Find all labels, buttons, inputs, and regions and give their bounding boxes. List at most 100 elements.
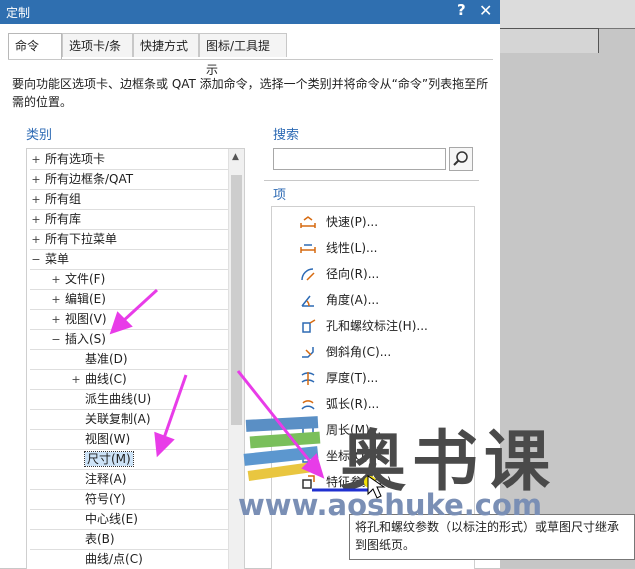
tree-row[interactable]: 符号(Y) <box>71 490 126 509</box>
item-label: 角度(A)... <box>326 293 380 307</box>
tree-row[interactable]: 视图(W) <box>71 430 130 449</box>
tree-row-label: 所有边框条/QAT <box>45 172 134 186</box>
tree-row[interactable]: + 曲线(C) <box>71 370 127 389</box>
background-window <box>500 0 635 568</box>
tree-row-label: 曲线/点(C) <box>85 552 143 566</box>
tree-row-label: 菜单 <box>45 252 70 266</box>
tab-shortcuts[interactable]: 快捷方式 <box>133 33 199 57</box>
tree-row-label: 所有下拉菜单 <box>45 232 118 246</box>
tree-row-separator <box>30 469 228 470</box>
tree-row[interactable]: − 菜单 <box>31 250 69 269</box>
tree-row[interactable]: 派生曲线(U) <box>71 390 151 409</box>
tree-row-label: 注释(A) <box>85 472 127 486</box>
expand-icon[interactable]: + <box>31 150 41 169</box>
collapse-icon[interactable]: − <box>51 330 61 349</box>
scroll-up-icon[interactable]: ▲ <box>232 152 239 162</box>
help-button[interactable]: ? <box>457 1 466 19</box>
item-label: 线性(L)... <box>326 241 378 255</box>
categories-heading: 类别 <box>26 128 53 143</box>
search-heading: 搜索 <box>273 128 300 143</box>
tree-row-label: 所有库 <box>45 212 82 226</box>
chamfer-dimension-icon <box>302 347 314 358</box>
expand-icon[interactable]: + <box>31 230 41 249</box>
tree-row[interactable]: 注释(A) <box>71 470 127 489</box>
tree-row-label: 派生曲线(U) <box>85 392 152 406</box>
item-label: 径向(R)... <box>326 267 380 281</box>
tree-row-label: 文件(F) <box>65 272 106 286</box>
expand-icon[interactable]: + <box>31 170 41 189</box>
command-tooltip: 将孔和螺纹参数（以标注的形式）或草图尺寸继承到图纸页。 <box>349 514 635 560</box>
tree-row-label: 表(B) <box>85 532 115 546</box>
close-button[interactable]: ✕ <box>479 1 492 20</box>
tree-row-label: 视图(W) <box>85 432 131 446</box>
item-label: 孔和螺纹标注(H)... <box>326 319 428 333</box>
tree-row[interactable]: + 所有选项卡 <box>31 150 105 169</box>
search-input[interactable] <box>273 148 446 170</box>
tree-row-label: 中心线(E) <box>85 512 138 526</box>
tree-row[interactable]: + 编辑(E) <box>51 290 106 309</box>
title-bar: 定制 ? ✕ <box>0 0 500 24</box>
tree-row-label: 曲线(C) <box>85 372 127 386</box>
tab-divider <box>8 59 493 60</box>
tree-row-separator <box>30 529 228 530</box>
tree-row-label: 视图(V) <box>65 312 107 326</box>
tree-row[interactable]: 基准(D) <box>71 350 128 369</box>
linear-dimension-icon <box>300 244 316 253</box>
item-label: 特征参数(A)... <box>326 475 404 489</box>
instructions-text: 要向功能区选项卡、边框条或 QAT 添加命令，选择一个类别并将命令从“命令”列表… <box>12 77 489 109</box>
tree-row-label: 符号(Y) <box>85 492 126 506</box>
expand-icon[interactable]: + <box>31 210 41 229</box>
expand-icon[interactable]: + <box>51 310 61 329</box>
collapse-icon[interactable]: − <box>31 250 41 269</box>
item-label: 厚度(T)... <box>326 371 379 385</box>
item-label: 快速(P)... <box>326 215 379 229</box>
item-label: 弧长(R)... <box>326 397 380 411</box>
tree-row[interactable]: 尺寸(M) <box>71 450 134 469</box>
tree-row[interactable]: 关联复制(A) <box>71 410 151 429</box>
dialog-title: 定制 <box>6 6 31 20</box>
tree-row-label: 关联复制(A) <box>85 412 151 426</box>
tree-row-label: 尺寸(M) <box>84 451 134 467</box>
tree-row[interactable]: + 所有边框条/QAT <box>31 170 133 189</box>
tree-row[interactable]: 表(B) <box>71 530 115 549</box>
section-divider <box>264 180 479 181</box>
rapid-dimension-icon <box>300 216 316 228</box>
tree-row[interactable]: − 插入(S) <box>51 330 106 349</box>
expand-icon[interactable]: + <box>51 290 61 309</box>
ordinate-dimension-icon <box>302 450 315 463</box>
tree-row[interactable]: + 所有组 <box>31 190 81 209</box>
tab-icons-tooltips[interactable]: 图标/工具提示 <box>199 33 287 77</box>
tree-row-separator <box>30 369 228 370</box>
hole-thread-callout-icon <box>302 319 316 333</box>
tree-scrollbar[interactable]: ▲ <box>228 149 244 569</box>
category-tree[interactable]: ▲ + 所有选项卡 + 所有边框条/QAT + 所有组 + 所有库 + 所有下拉菜单 − 菜单 + 文件(… <box>26 148 245 569</box>
tree-row-label: 基准(D) <box>85 352 128 366</box>
tab-tabs-bars[interactable]: 选项卡/条 <box>62 33 133 57</box>
perimeter-dimension-icon <box>300 423 314 436</box>
tree-row[interactable]: 曲线/点(C) <box>71 550 143 569</box>
tree-row[interactable]: + 所有下拉菜单 <box>31 230 117 249</box>
tree-row-label: 编辑(E) <box>65 292 106 306</box>
background-panel-header <box>500 0 635 29</box>
tree-row-label: 所有组 <box>45 192 82 206</box>
tree-row[interactable]: + 视图(V) <box>51 310 107 329</box>
thickness-dimension-icon <box>301 372 315 385</box>
arc-length-icon <box>301 400 315 410</box>
customize-dialog: 定制 ? ✕ 命令 选项卡/条 快捷方式 图标/工具提示 要向功能区选项卡、边框… <box>0 0 500 569</box>
expand-icon[interactable]: + <box>31 190 41 209</box>
expand-icon[interactable]: + <box>51 270 61 289</box>
tab-commands[interactable]: 命令 <box>8 33 62 60</box>
tree-row[interactable]: + 文件(F) <box>51 270 105 289</box>
tree-row-separator <box>30 489 228 490</box>
tree-row[interactable]: + 所有库 <box>31 210 81 229</box>
tree-row[interactable]: 中心线(E) <box>71 510 138 529</box>
tree-row-label: 插入(S) <box>65 332 106 346</box>
item-label: 倒斜角(C)... <box>326 345 392 359</box>
background-panel-box <box>500 28 599 53</box>
scrollbar-thumb[interactable] <box>231 175 242 425</box>
tree-row-separator <box>30 349 228 350</box>
angular-dimension-icon <box>301 295 314 307</box>
expand-icon[interactable]: + <box>71 370 81 389</box>
search-button[interactable] <box>449 147 473 171</box>
tree-row-label: 所有选项卡 <box>45 152 106 166</box>
